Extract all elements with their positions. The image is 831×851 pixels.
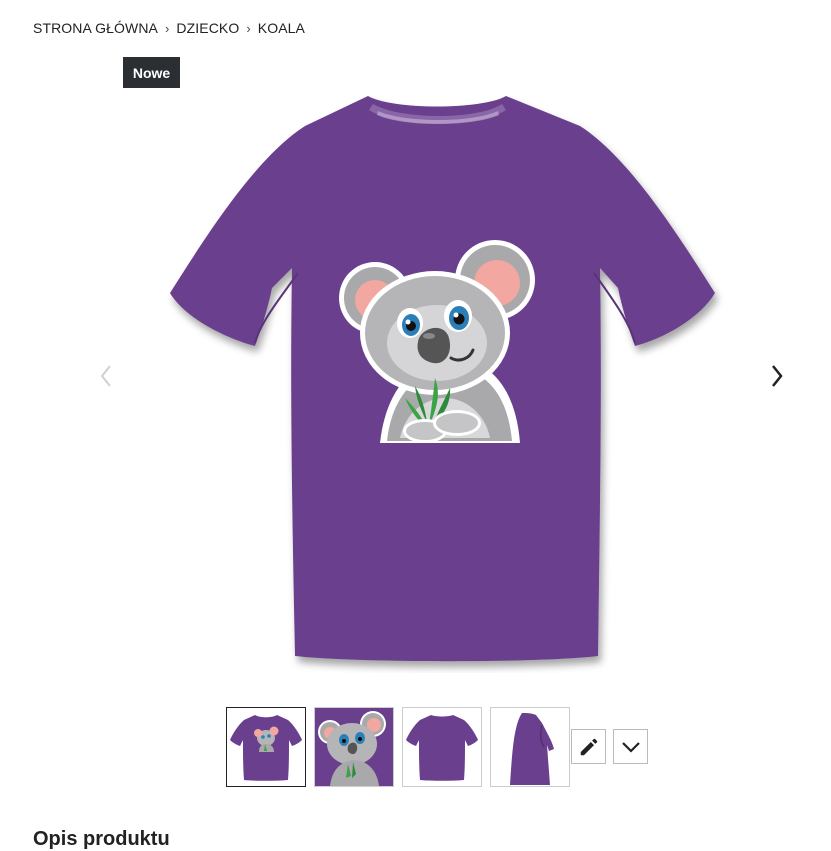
next-image-button[interactable] <box>765 362 789 390</box>
thumbnail-design[interactable] <box>314 707 394 787</box>
tshirt-front-thumbnail <box>230 715 302 781</box>
new-badge: Nowe <box>123 57 180 88</box>
koala-tshirt-image <box>170 96 715 662</box>
chevron-right-icon: › <box>164 20 170 36</box>
chevron-right-icon: › <box>246 20 251 36</box>
chevron-left-icon <box>100 365 111 387</box>
more-options-button[interactable] <box>613 729 648 764</box>
chevron-right-icon <box>772 365 783 387</box>
breadcrumb-current[interactable]: KOALA <box>258 20 305 36</box>
tshirt-back-thumbnail <box>406 715 478 781</box>
thumbnail-gallery <box>226 707 578 787</box>
tshirt-side-thumbnail <box>510 713 554 785</box>
thumbnail-front[interactable] <box>226 707 306 787</box>
pencil-icon <box>580 738 597 755</box>
edit-design-button[interactable] <box>571 729 606 764</box>
chevron-down-icon <box>621 741 640 753</box>
previous-image-button[interactable] <box>94 362 118 390</box>
breadcrumb: STRONA GŁÓWNA › DZIECKO › KOALA <box>33 20 305 36</box>
thumbnail-side[interactable] <box>490 707 570 787</box>
product-main-image[interactable] <box>160 88 725 673</box>
thumbnail-back[interactable] <box>402 707 482 787</box>
breadcrumb-child[interactable]: DZIECKO <box>176 20 239 36</box>
koala-design-thumbnail <box>315 708 393 786</box>
breadcrumb-home[interactable]: STRONA GŁÓWNA <box>33 20 158 36</box>
